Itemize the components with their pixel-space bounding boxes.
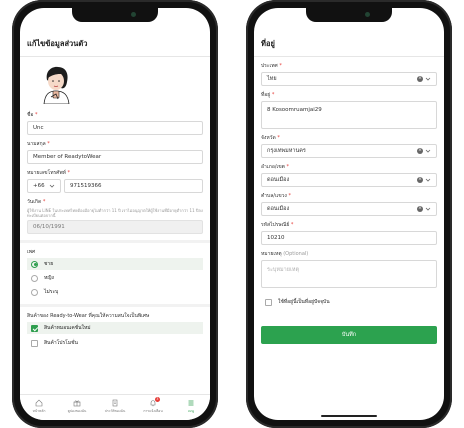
notch bbox=[306, 8, 392, 22]
home-icon bbox=[35, 399, 43, 407]
postcode-label: รหัสไปรษณีย์ bbox=[261, 222, 290, 228]
district-value: ดอนเมือง bbox=[267, 177, 290, 183]
radio-unchecked-icon bbox=[31, 274, 38, 282]
avatar-illustration bbox=[43, 66, 70, 105]
nav-coupons[interactable]: คูปองของฉัน bbox=[62, 399, 92, 414]
page-title: แก้ไขข้อมูลส่วนตัว bbox=[27, 39, 88, 48]
name-label: ชื่อ bbox=[27, 112, 34, 118]
chevron-down-icon bbox=[425, 178, 431, 182]
gift-icon bbox=[73, 400, 81, 407]
left-phone: แก้ไขข้อมูลส่วนตัว ชื่อ * Unc นามสกุล * … bbox=[12, 0, 218, 428]
province-value: กรุงเทพมหานคร bbox=[267, 148, 306, 154]
nav-history[interactable]: ประวัติของฉัน bbox=[100, 399, 130, 414]
home-indicator bbox=[321, 415, 377, 417]
gender-option-unspecified[interactable]: ไม่ระบุ bbox=[27, 286, 203, 298]
nav-menu[interactable]: เมนู bbox=[176, 399, 206, 414]
save-button[interactable]: บันทึก bbox=[261, 326, 437, 344]
address-label: ที่อยู่ bbox=[261, 92, 271, 98]
gender-option-male[interactable]: ชาย bbox=[27, 258, 203, 270]
clear-icon[interactable]: × bbox=[417, 76, 423, 82]
phone-field[interactable]: 971519366 bbox=[64, 179, 203, 193]
province-select[interactable]: กรุงเทพมหานคร × bbox=[261, 144, 437, 158]
chevron-down-icon bbox=[49, 184, 55, 188]
radio-checked-icon bbox=[31, 260, 38, 268]
interest-label: สินค้าของ Ready-to-Wear ที่คุณให้ความสนใ… bbox=[27, 313, 150, 319]
note-label: หมายเหตุ bbox=[261, 251, 282, 257]
notch bbox=[72, 8, 158, 22]
note-optional: (Optional) bbox=[283, 251, 309, 257]
province-label: จังหวัด bbox=[261, 135, 276, 141]
gender-option-female[interactable]: หญิง bbox=[27, 272, 203, 284]
district-select[interactable]: ดอนเมือง × bbox=[261, 173, 437, 187]
receipt-icon bbox=[112, 399, 118, 407]
checkbox-checked-icon bbox=[31, 324, 38, 332]
right-screen: ที่อยู่ ประเทศ * ไทย × ที่อยู่ * 8 Kosoo… bbox=[254, 8, 444, 420]
notification-badge: 3 bbox=[155, 397, 160, 402]
birthday-label: วันเกิด bbox=[27, 199, 42, 205]
address-textarea[interactable]: 8 Kosoomruamjai29 bbox=[261, 101, 437, 129]
checkbox-unchecked-icon bbox=[265, 298, 272, 306]
phone-label: หมายเลขโทรศัพท์ bbox=[27, 170, 66, 176]
birthday-hint: ผู้ใช้งาน LINE ในประเทศไทยต้องมีอายุไม่ต… bbox=[27, 208, 203, 218]
chevron-down-icon bbox=[425, 207, 431, 211]
postcode-field[interactable]: 10210 bbox=[261, 231, 437, 245]
clear-icon[interactable]: × bbox=[417, 177, 423, 183]
country-code-select[interactable]: +66 bbox=[27, 179, 61, 193]
birthday-field: 06/10/1991 bbox=[27, 220, 203, 234]
subdistrict-label: ตำบล/แขวง bbox=[261, 193, 287, 199]
clear-icon[interactable]: × bbox=[417, 206, 423, 212]
menu-icon bbox=[188, 400, 194, 406]
country-value: ไทย bbox=[267, 76, 277, 82]
country-code-value: +66 bbox=[33, 183, 45, 189]
right-phone: ที่อยู่ ประเทศ * ไทย × ที่อยู่ * 8 Kosoo… bbox=[246, 0, 452, 428]
nav-home[interactable]: หน้าหลัก bbox=[24, 399, 54, 414]
interest-option-new-collection[interactable]: สินค้าหมอนเคชั่นใหม่ bbox=[27, 322, 203, 334]
country-label: ประเทศ bbox=[261, 63, 278, 69]
subdistrict-value: ดอนเมือง bbox=[267, 206, 290, 212]
country-select[interactable]: ไทย × bbox=[261, 72, 437, 86]
nav-notifications[interactable]: 3 การแจ้งเตือน bbox=[138, 397, 168, 414]
chevron-down-icon bbox=[425, 149, 431, 153]
surname-label: นามสกุล bbox=[27, 141, 46, 147]
checkbox-unchecked-icon bbox=[31, 339, 38, 347]
interest-option-promotion[interactable]: สินค้าโปรโมชั่น bbox=[27, 337, 203, 349]
chevron-down-icon bbox=[425, 77, 431, 81]
name-field[interactable]: Unc bbox=[27, 121, 203, 135]
page-title: ที่อยู่ bbox=[261, 39, 275, 48]
note-textarea[interactable]: ระบุหมายเหตุ bbox=[261, 260, 437, 288]
surname-field[interactable]: Member of ReadytoWear bbox=[27, 150, 203, 164]
district-label: อำเภอ/เขต bbox=[261, 164, 285, 170]
subdistrict-select[interactable]: ดอนเมือง × bbox=[261, 202, 437, 216]
current-address-checkbox[interactable]: ใช้ที่อยู่นี้เป็นที่อยู่ปัจจุบัน bbox=[261, 296, 437, 308]
clear-icon[interactable]: × bbox=[417, 148, 423, 154]
left-screen: แก้ไขข้อมูลส่วนตัว ชื่อ * Unc นามสกุล * … bbox=[20, 8, 210, 420]
gender-label: เพศ bbox=[27, 249, 36, 255]
bottom-nav: หน้าหลัก คูปองของฉัน ประวัติของฉัน 3 การ… bbox=[20, 394, 210, 420]
radio-unchecked-icon bbox=[31, 288, 38, 296]
